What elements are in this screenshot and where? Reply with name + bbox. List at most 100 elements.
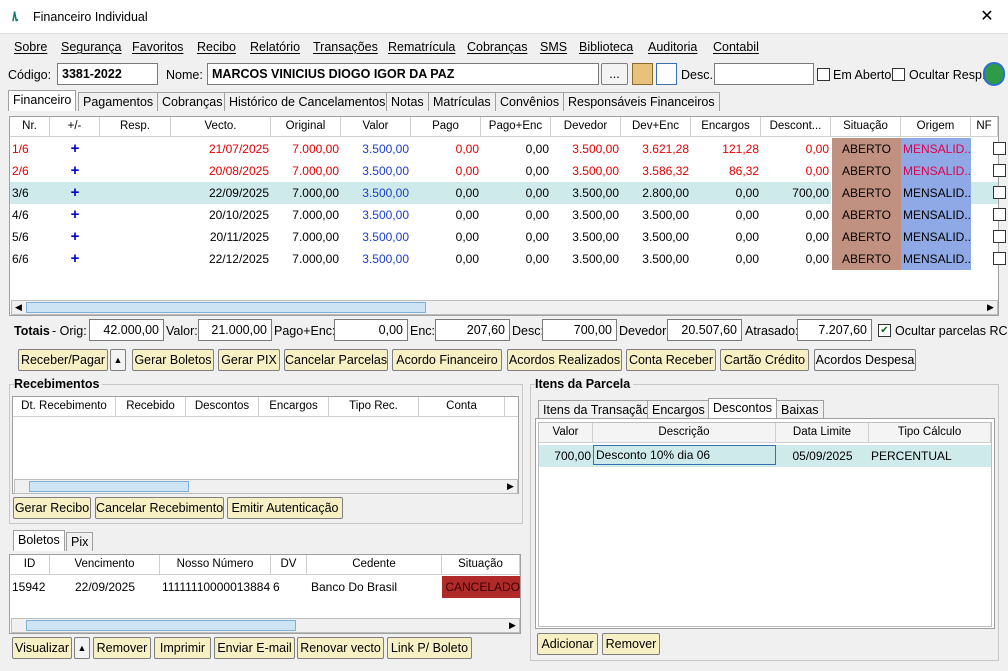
col-dt-recebimento[interactable]: Dt. Recebimento	[13, 397, 116, 417]
scroll-right-icon[interactable]: ▶	[984, 301, 997, 314]
enc-field[interactable]: 207,60	[435, 319, 510, 341]
col-encargos[interactable]: Encargos	[691, 117, 761, 137]
gerar-pix-button[interactable]: Gerar PIX	[218, 349, 280, 371]
col-origem[interactable]: Origem	[901, 117, 971, 137]
col-descontos-rec[interactable]: Descontos	[186, 397, 259, 417]
menu-biblioteca[interactable]: Biblioteca	[579, 40, 633, 54]
tab-itens-transacao[interactable]: Itens da Transação	[538, 400, 655, 419]
scroll-right-icon[interactable]: ▶	[504, 480, 517, 493]
tab-pix[interactable]: Pix	[66, 532, 94, 551]
menu-favoritos[interactable]: Favoritos	[132, 40, 183, 54]
boleto-row[interactable]: 15942 22/09/2025 11111110000013884 6 Ban…	[10, 576, 520, 598]
codigo-field[interactable]: 3381-2022	[57, 63, 158, 85]
em-aberto-checkbox[interactable]	[817, 68, 830, 81]
gerar-boletos-button[interactable]: Gerar Boletos	[132, 349, 214, 371]
col-nosso-numero[interactable]: Nosso Número	[160, 555, 271, 575]
scroll-thumb[interactable]	[26, 620, 296, 631]
scroll-thumb[interactable]	[29, 481, 189, 492]
scroll-thumb[interactable]	[26, 302, 426, 313]
col-resp[interactable]: Resp.	[100, 117, 171, 137]
acordos-despesa-button[interactable]: Acordos Despesa	[814, 349, 916, 371]
col-devedor[interactable]: Devedor	[551, 117, 621, 137]
adicionar-button[interactable]: Adicionar	[537, 633, 598, 655]
menu-sms[interactable]: SMS	[540, 40, 567, 54]
expand-plus-icon[interactable]: +	[50, 182, 100, 204]
tab-descontos[interactable]: Descontos	[708, 398, 778, 419]
col-dv[interactable]: DV	[271, 555, 307, 575]
notes-icon[interactable]	[656, 63, 677, 85]
conta-receber-button[interactable]: Conta Receber	[626, 349, 716, 371]
expand-plus-icon[interactable]: +	[50, 204, 100, 226]
devedor-field[interactable]: 20.507,60	[667, 319, 742, 341]
nf-checkbox[interactable]	[993, 142, 1006, 155]
scroll-left-icon[interactable]: ◀	[12, 301, 25, 314]
tab-historico[interactable]: Histórico de Cancelamentos	[224, 92, 391, 111]
ocultar-resp-checkbox[interactable]	[892, 68, 905, 81]
tab-matriculas[interactable]: Matrículas	[428, 92, 496, 111]
menu-contabil[interactable]: Contabil	[713, 40, 759, 54]
visualizar-button[interactable]: Visualizar	[12, 637, 72, 659]
col-valor[interactable]: Valor	[341, 117, 411, 137]
col-recebido[interactable]: Recebido	[116, 397, 186, 417]
pago-enc-field[interactable]: 0,00	[334, 319, 408, 341]
col-data-limite[interactable]: Data Limite	[776, 423, 869, 443]
parcela-row[interactable]: 5/6 +20/11/2025 7.000,00 3.500,00 0,00 0,00 3.…	[10, 226, 1006, 248]
gerar-recibo-button[interactable]: Gerar Recibo	[13, 497, 91, 519]
tab-cobrancas[interactable]: Cobranças	[157, 92, 228, 111]
menu-cobrancas[interactable]: Cobranças	[467, 40, 527, 54]
nf-checkbox[interactable]	[993, 252, 1006, 265]
col-nf[interactable]: NF	[971, 117, 998, 137]
nome-field[interactable]: MARCOS VINICIUS DIOGO IGOR DA PAZ	[207, 63, 599, 85]
close-button[interactable]: ✕	[974, 6, 1000, 28]
parcela-row[interactable]: 2/6 +20/08/2025 7.000,00 3.500,00 0,00 0,00 3.…	[10, 160, 1006, 182]
col-dev-enc[interactable]: Dev+Enc	[621, 117, 691, 137]
col-conta[interactable]: Conta	[419, 397, 505, 417]
boletos-hscroll[interactable]: ▶	[11, 618, 520, 633]
remover-boleto-button[interactable]: Remover	[93, 637, 151, 659]
tab-convenios[interactable]: Convênios	[495, 92, 565, 111]
col-valor-desc[interactable]: Valor	[539, 423, 593, 443]
tab-encargos[interactable]: Encargos	[647, 400, 710, 419]
tab-notas[interactable]: Notas	[386, 92, 429, 111]
col-original[interactable]: Original	[271, 117, 341, 137]
col-situacao[interactable]: Situação	[831, 117, 901, 137]
tab-baixas[interactable]: Baixas	[776, 400, 824, 419]
tab-pagamentos[interactable]: Pagamentos	[78, 92, 159, 111]
recebimentos-hscroll[interactable]: ▶	[14, 479, 518, 494]
menu-recibo[interactable]: Recibo	[197, 40, 236, 54]
refresh-icon[interactable]	[983, 62, 1005, 86]
nf-checkbox[interactable]	[993, 164, 1006, 177]
expand-plus-icon[interactable]: +	[50, 160, 100, 182]
cartao-credito-button[interactable]: Cartão Crédito	[720, 349, 809, 371]
parcela-row[interactable]: 4/6 +20/10/2025 7.000,00 3.500,00 0,00 0,00 3.…	[10, 204, 1006, 226]
imprimir-button[interactable]: Imprimir	[154, 637, 211, 659]
scroll-right-icon[interactable]: ▶	[506, 619, 519, 632]
menu-seguranca[interactable]: Segurança	[61, 40, 121, 54]
menu-rematricula[interactable]: Rematrícula	[388, 40, 455, 54]
col-tipo-calculo[interactable]: Tipo Cálculo	[869, 423, 991, 443]
col-nr[interactable]: Nr.	[10, 117, 50, 137]
parcela-row[interactable]: 3/6 +22/09/2025 7.000,00 3.500,00 0,00 0,00 3.…	[10, 182, 1006, 204]
link-boleto-button[interactable]: Link P/ Boleto	[387, 637, 472, 659]
col-situacao-boleto[interactable]: Situação	[442, 555, 520, 575]
parcela-row[interactable]: 1/6 +21/07/2025 7.000,00 3.500,00 0,00 0,00 3.…	[10, 138, 1006, 160]
menu-auditoria[interactable]: Auditoria	[648, 40, 697, 54]
tab-boletos[interactable]: Boletos	[13, 530, 65, 551]
desc-total-field[interactable]: 700,00	[542, 319, 617, 341]
person-icon[interactable]	[632, 63, 653, 85]
col-plus-minus[interactable]: +/-	[50, 117, 100, 137]
nf-checkbox[interactable]	[993, 230, 1006, 243]
acordos-realizados-button[interactable]: Acordos Realizados	[507, 349, 622, 371]
col-descontos[interactable]: Descont...	[761, 117, 831, 137]
search-button[interactable]: ...	[601, 63, 628, 85]
nf-checkbox[interactable]	[993, 208, 1006, 221]
nf-checkbox[interactable]	[993, 186, 1006, 199]
acordo-financeiro-button[interactable]: Acordo Financeiro	[392, 349, 502, 371]
orig-field[interactable]: 42.000,00	[89, 319, 164, 341]
enviar-email-button[interactable]: Enviar E-mail	[214, 637, 295, 659]
atrasado-field[interactable]: 7.207,60	[797, 319, 872, 341]
menu-transacoes[interactable]: Transações	[313, 40, 378, 54]
expand-plus-icon[interactable]: +	[50, 138, 100, 160]
tab-responsaveis[interactable]: Responsáveis Financeiros	[563, 92, 720, 111]
receber-pagar-button[interactable]: Receber/Pagar	[18, 349, 108, 371]
